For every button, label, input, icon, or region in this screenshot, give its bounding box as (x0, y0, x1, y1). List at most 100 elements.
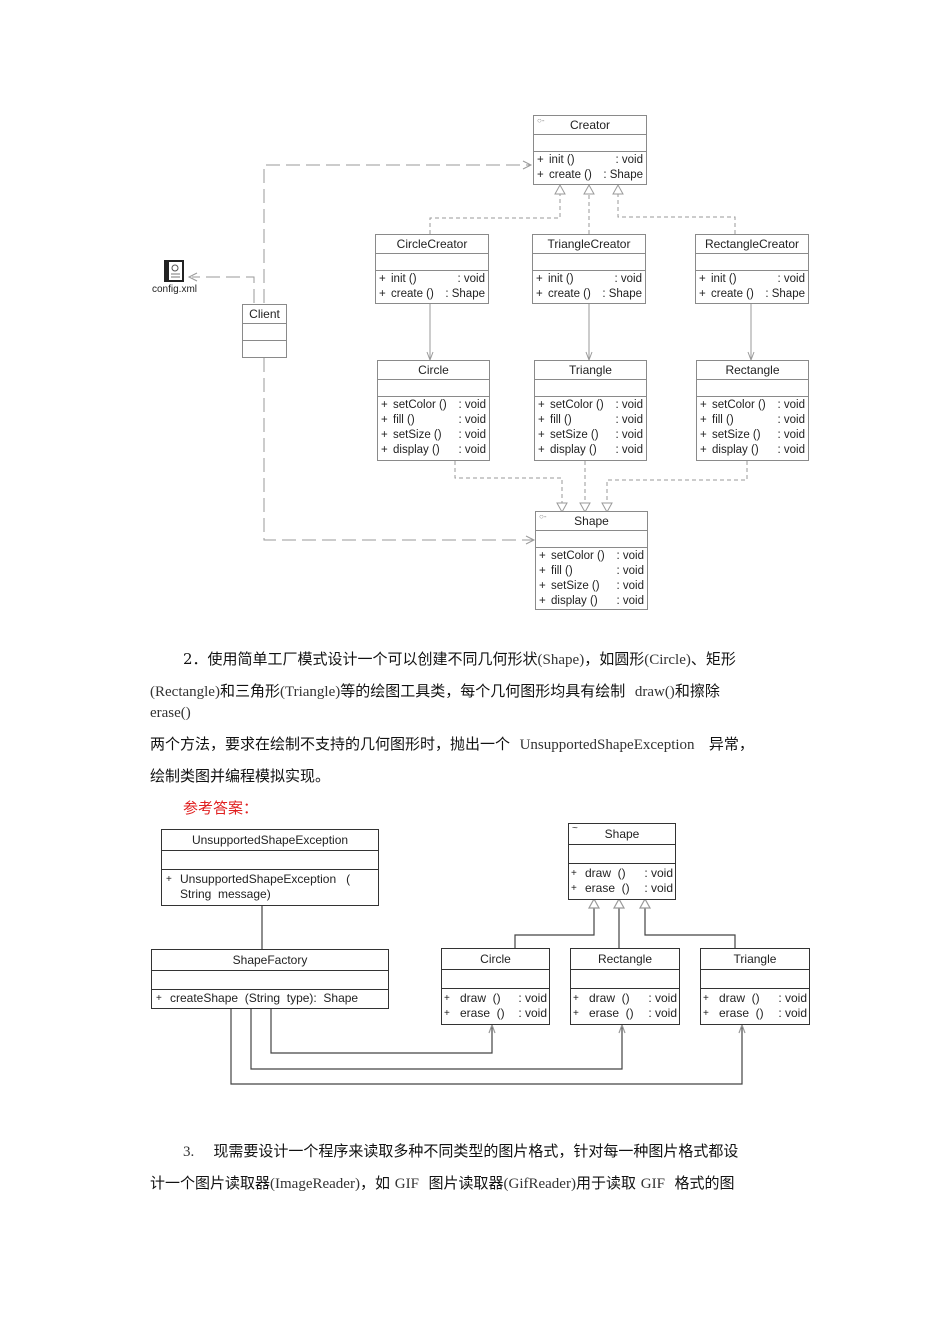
visibility: + (700, 429, 707, 441)
class-name: Circle (480, 952, 511, 966)
operation: + fill (): void (539, 564, 644, 579)
op-return: : Shape (445, 288, 485, 300)
op-return: : void (648, 1006, 677, 1020)
visibility: + (538, 414, 545, 426)
term: draw() (634, 684, 675, 700)
visibility: + (699, 273, 706, 285)
text: 等的绘图工具类，每个几何图形均具有绘制 (340, 682, 626, 700)
operation: + setColor (): void (538, 398, 643, 413)
op-return: : void (458, 414, 487, 426)
op-name: fill () (550, 414, 572, 426)
operations-section: + setColor (): void + fill (): void + setSi… (378, 396, 489, 459)
op-return: : void (615, 444, 644, 456)
text: 2．使用简单工厂模式设计一个可以创建不同几何形状 (183, 650, 538, 668)
op-name: setSize () (393, 429, 442, 441)
op-name: setSize () (551, 580, 600, 592)
op-return: : void (778, 991, 807, 1005)
operation-continued: String message) (166, 887, 374, 902)
term: (Shape) (537, 652, 585, 668)
interface-icon: ~ (572, 823, 578, 834)
class-name: Rectangle (725, 363, 780, 377)
op-return: : void (648, 991, 677, 1005)
rectangle-class-2: Rectangle + draw (): void + erase (): void (570, 948, 680, 1025)
visibility: + (444, 993, 450, 1004)
op-name: init () (711, 273, 737, 285)
op-return: : void (615, 154, 644, 166)
visibility: + (703, 1008, 709, 1019)
term: (GifReader) (503, 1176, 576, 1192)
operation: + setColor (): void (539, 549, 644, 564)
operation: + display (): void (539, 594, 644, 609)
operation: + init () : void (699, 272, 805, 287)
visibility: + (381, 414, 388, 426)
class-name-row: ~ Shape (569, 824, 675, 844)
operations-section: + setColor (): void + fill (): void + setSi… (697, 396, 808, 459)
operations-section: + init (): void + create (): Shape (696, 270, 808, 303)
op-name: create () (391, 288, 434, 300)
operation: + setSize (): void (700, 428, 805, 443)
op-name: erase () (460, 1006, 505, 1020)
attributes-section (535, 379, 646, 396)
op-return: : void (777, 273, 806, 285)
op-name: setColor () (712, 399, 766, 411)
visibility: + (536, 288, 543, 300)
term: GIF (394, 1176, 419, 1192)
visibility: + (444, 1008, 450, 1019)
visibility: + (703, 993, 709, 1004)
operation: + fill (): void (700, 413, 805, 428)
term: (Triangle) (279, 684, 341, 700)
operation: + draw (): void (573, 991, 677, 1006)
attributes-section (569, 844, 675, 863)
attributes-section (571, 969, 679, 988)
op-signature: createShape (String type): Shape (170, 991, 359, 1005)
operation: + fill (): void (538, 413, 643, 428)
operation: + erase (): void (444, 1006, 547, 1021)
op-name: setColor () (393, 399, 447, 411)
attributes-section (697, 379, 808, 396)
operation: + setSize (): void (381, 428, 486, 443)
text: 格式的图 (674, 1174, 735, 1192)
operation: + setSize (): void (539, 579, 644, 594)
interface-icon: ○- (537, 116, 545, 125)
operation: + createShape (String type): Shape (156, 991, 384, 1006)
term: (ImageReader) (270, 1176, 360, 1192)
operation: + setSize (): void (538, 428, 643, 443)
operations-section: + draw (): void + erase (): void (442, 988, 549, 1023)
shapefactory-class: ShapeFactory + createShape (String type):… (151, 949, 389, 1009)
visibility: + (571, 883, 577, 894)
text: ，如圆形 (584, 650, 645, 668)
visibility: + (381, 429, 388, 441)
operation: + init (): void (537, 153, 643, 168)
text: ，如 (359, 1174, 390, 1192)
operation: + init (): void (536, 272, 642, 287)
op-name: create () (711, 288, 754, 300)
op-name: display () (393, 444, 440, 456)
visibility: + (573, 1008, 579, 1019)
text: 图片读取器 (428, 1174, 504, 1192)
shape-interface-2: ~ Shape + draw (): void + erase (): void (568, 823, 676, 900)
attributes-section (376, 253, 488, 270)
operations-section: + draw (): void + erase (): void (569, 863, 675, 898)
class-name: UnsupportedShapeException (191, 833, 349, 847)
term: erase() (150, 705, 191, 721)
op-return: : void (616, 580, 645, 592)
op-return: : void (457, 273, 486, 285)
question2-line2: (Rectangle)和三角形(Triangle)等的绘图工具类，每个几何图形均… (150, 680, 720, 701)
text: 和擦除 (674, 682, 720, 700)
text: 两个方法，要求在绘制不支持的几何图形时，抛出一个 (150, 735, 511, 753)
op-name: setSize () (712, 429, 761, 441)
op-name: display () (712, 444, 759, 456)
operation: + UnsupportedShapeException ( (166, 872, 374, 887)
visibility: + (166, 874, 172, 885)
attributes-section (696, 253, 808, 270)
op-return: : void (615, 429, 644, 441)
op-signature: UnsupportedShapeException ( (180, 872, 351, 886)
visibility: + (537, 154, 544, 166)
class-name: Circle (418, 363, 449, 377)
term: (Rectangle) (150, 684, 220, 700)
text: 和三角形 (219, 682, 280, 700)
unsupportedshapeexception-class: UnsupportedShapeException + UnsupportedSh… (161, 829, 379, 906)
op-return: : void (616, 595, 645, 607)
visibility: + (699, 288, 706, 300)
visibility: + (539, 565, 546, 577)
